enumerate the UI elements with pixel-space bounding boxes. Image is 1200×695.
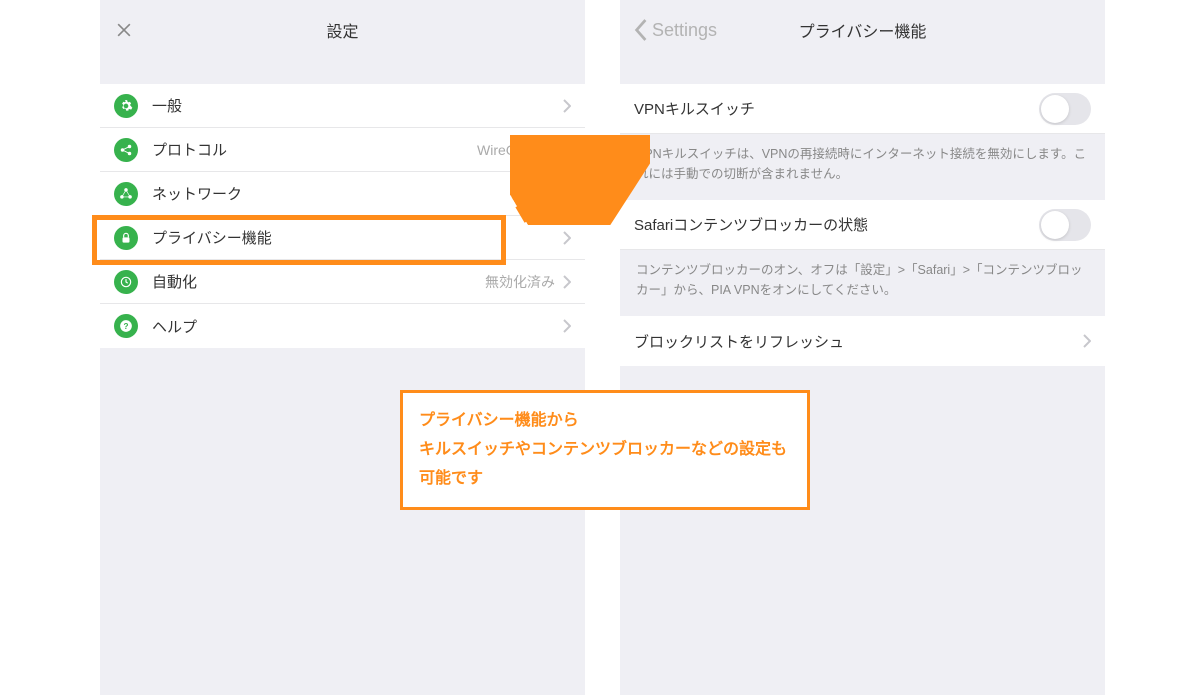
- settings-panel: 設定 一般 プロトコル WireGuard® ネットワーク プライバシー機能 自…: [100, 0, 585, 695]
- row-label: プロトコル: [152, 139, 477, 160]
- annotation-box: プライバシー機能から キルスイッチやコンテンツブロッカーなどの設定も可能です: [400, 390, 810, 510]
- refresh-label: ブロックリストをリフレッシュ: [634, 331, 1083, 352]
- automation-icon: [114, 270, 138, 294]
- privacy-title: プライバシー機能: [799, 18, 927, 42]
- contentblocker-toggle[interactable]: [1039, 209, 1091, 241]
- chevron-right-icon: [563, 319, 571, 333]
- back-label: Settings: [652, 20, 717, 41]
- settings-list: 一般 プロトコル WireGuard® ネットワーク プライバシー機能 自動化 …: [100, 84, 585, 348]
- settings-row-protocol[interactable]: プロトコル WireGuard®: [100, 128, 585, 172]
- killswitch-row: VPNキルスイッチ: [620, 84, 1105, 134]
- settings-row-automation[interactable]: 自動化 無効化済み: [100, 260, 585, 304]
- privacy-list: VPNキルスイッチ VPNキルスイッチは、VPNの再接続時にインターネット接続を…: [620, 84, 1105, 366]
- help-icon: ?: [114, 314, 138, 338]
- refresh-row[interactable]: ブロックリストをリフレッシュ: [620, 316, 1105, 366]
- privacy-panel: Settings プライバシー機能 VPNキルスイッチ VPNキルスイッチは、V…: [620, 0, 1105, 695]
- network-icon: [114, 182, 138, 206]
- settings-row-general[interactable]: 一般: [100, 84, 585, 128]
- contentblocker-label: Safariコンテンツブロッカーの状態: [634, 214, 1039, 235]
- gear-icon: [114, 94, 138, 118]
- lock-icon: [114, 226, 138, 250]
- killswitch-toggle[interactable]: [1039, 93, 1091, 125]
- close-button[interactable]: [114, 20, 134, 40]
- svg-text:?: ?: [124, 322, 129, 331]
- row-label: 自動化: [152, 271, 485, 292]
- row-value: 無効化済み: [485, 272, 555, 292]
- row-label: 一般: [152, 95, 563, 116]
- chevron-right-icon: [563, 275, 571, 289]
- settings-row-network[interactable]: ネットワーク: [100, 172, 585, 216]
- row-value: WireGuard®: [477, 142, 555, 158]
- contentblocker-desc: コンテンツブロッカーのオン、オフは「設定」>「Safari」>「コンテンツブロッ…: [620, 250, 1105, 316]
- privacy-header: Settings プライバシー機能: [620, 0, 1105, 60]
- back-button[interactable]: Settings: [634, 19, 717, 41]
- chevron-right-icon: [563, 99, 571, 113]
- row-label: ネットワーク: [152, 183, 563, 204]
- contentblocker-row: Safariコンテンツブロッカーの状態: [620, 200, 1105, 250]
- killswitch-desc: VPNキルスイッチは、VPNの再接続時にインターネット接続を無効にします。これに…: [620, 134, 1105, 200]
- settings-row-privacy[interactable]: プライバシー機能: [100, 216, 585, 260]
- annotation-line1: プライバシー機能から: [419, 407, 791, 436]
- chevron-right-icon: [1083, 334, 1091, 348]
- chevron-right-icon: [563, 143, 571, 157]
- row-label: プライバシー機能: [152, 227, 563, 248]
- chevron-right-icon: [563, 231, 571, 245]
- annotation-line2: キルスイッチやコンテンツブロッカーなどの設定も可能です: [419, 436, 791, 494]
- settings-header: 設定: [100, 0, 585, 60]
- protocol-icon: [114, 138, 138, 162]
- killswitch-label: VPNキルスイッチ: [634, 98, 1039, 119]
- settings-row-help[interactable]: ? ヘルプ: [100, 304, 585, 348]
- row-label: ヘルプ: [152, 316, 563, 337]
- settings-title: 設定: [326, 18, 358, 42]
- chevron-right-icon: [563, 187, 571, 201]
